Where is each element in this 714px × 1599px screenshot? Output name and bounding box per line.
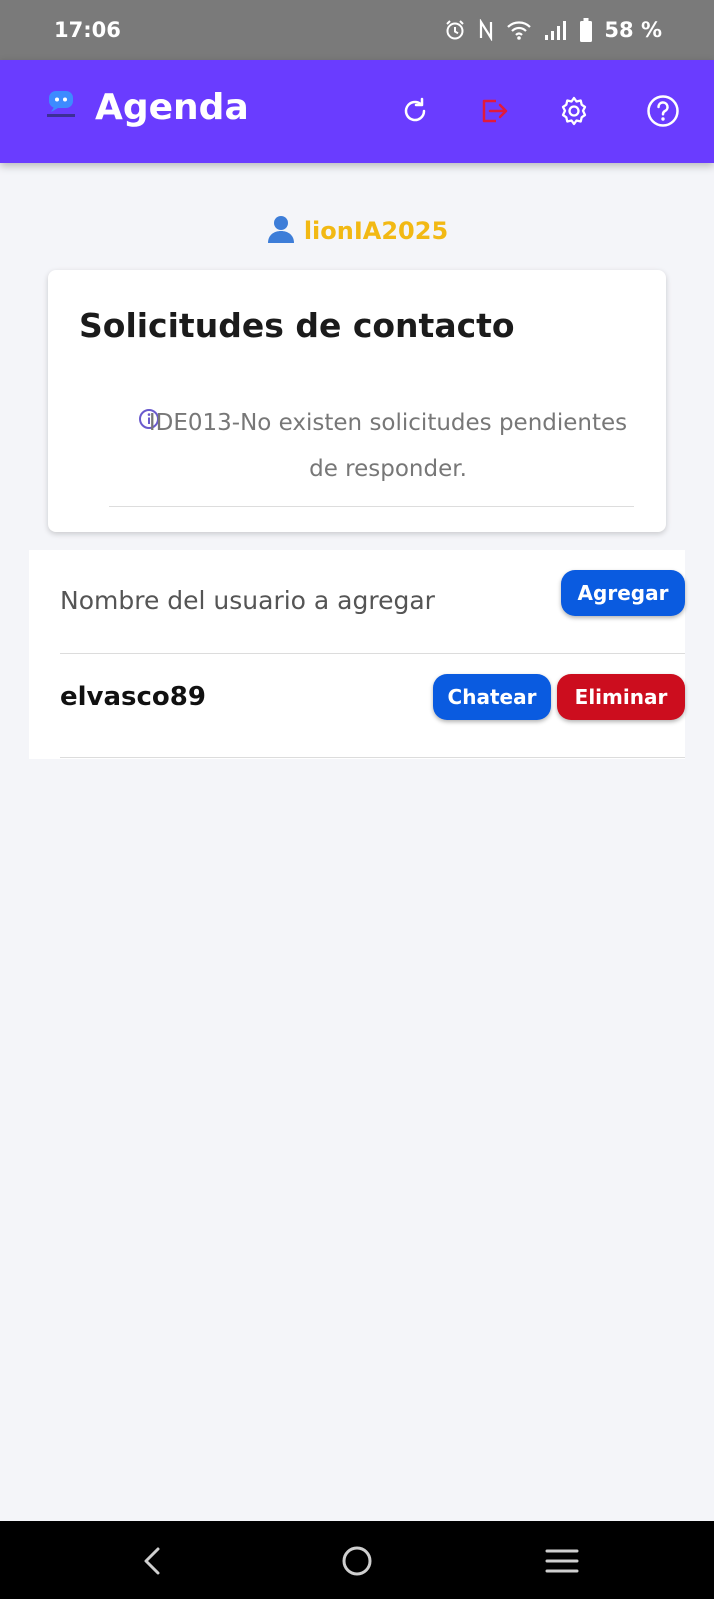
logout-icon[interactable] xyxy=(474,91,514,131)
add-contact-row: Agregar xyxy=(60,550,685,654)
username: lionIA2025 xyxy=(303,217,449,245)
back-icon[interactable] xyxy=(130,1539,174,1583)
help-icon[interactable] xyxy=(643,91,683,131)
chat-button[interactable]: Chatear xyxy=(433,674,551,720)
refresh-icon[interactable] xyxy=(395,91,435,131)
chat-logo-icon xyxy=(44,88,78,122)
status-time: 17:06 xyxy=(54,18,121,42)
signal-icon xyxy=(544,19,568,41)
contact-name: elvasco89 xyxy=(60,682,206,712)
card-title: Solicitudes de contacto xyxy=(79,306,515,345)
recents-icon[interactable] xyxy=(540,1539,584,1583)
status-icons: 58 % xyxy=(444,18,662,42)
person-icon xyxy=(266,214,296,250)
add-user-input[interactable] xyxy=(60,580,500,620)
app-title: Agenda xyxy=(95,87,249,128)
navigation-bar xyxy=(0,1521,714,1599)
status-bar: 17:06 58 % xyxy=(0,0,714,60)
nfc-icon xyxy=(478,19,494,41)
no-requests-message: IDE013-No existen solicitudes pendientes… xyxy=(148,410,628,482)
home-icon[interactable] xyxy=(335,1539,379,1583)
settings-gear-icon[interactable] xyxy=(554,91,594,131)
delete-button[interactable]: Eliminar xyxy=(557,674,685,720)
contact-requests-card: Solicitudes de contacto IDE013-No existe… xyxy=(48,270,666,532)
battery-icon xyxy=(580,18,593,42)
add-button[interactable]: Agregar xyxy=(561,570,685,616)
list-item: elvasco89 Chatear Eliminar xyxy=(60,654,685,758)
battery-percent: 58 % xyxy=(604,18,662,42)
app-bar: Agenda xyxy=(0,60,714,163)
alarm-icon xyxy=(444,19,466,41)
divider xyxy=(109,506,634,507)
wifi-icon xyxy=(506,19,532,41)
current-user: lionIA2025 xyxy=(0,214,714,250)
contacts-panel: Agregar elvasco89 Chatear Eliminar xyxy=(29,550,685,759)
